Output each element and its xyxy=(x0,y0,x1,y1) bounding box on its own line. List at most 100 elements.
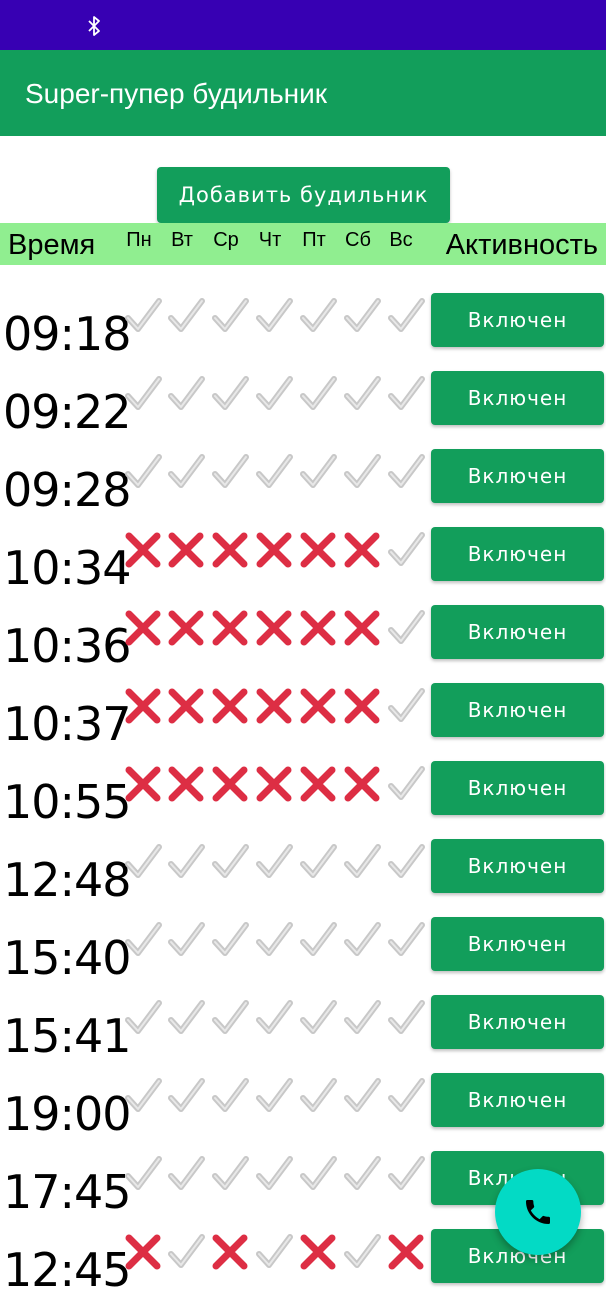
check-icon-wed[interactable] xyxy=(210,920,250,960)
check-icon-fri[interactable] xyxy=(298,296,338,336)
check-icon-fri[interactable] xyxy=(298,998,338,1038)
check-icon-sat[interactable] xyxy=(342,296,382,336)
alarm-toggle-button[interactable]: Включен xyxy=(431,917,604,971)
check-icon-thu[interactable] xyxy=(254,296,294,336)
check-icon-mon[interactable] xyxy=(123,1076,163,1116)
check-icon-mon[interactable] xyxy=(123,296,163,336)
cross-icon-sat[interactable] xyxy=(342,764,382,804)
alarm-time[interactable]: 10:37 xyxy=(3,697,132,751)
alarm-time[interactable]: 15:41 xyxy=(3,1009,132,1063)
check-icon-sat[interactable] xyxy=(342,374,382,414)
alarm-time[interactable]: 09:22 xyxy=(3,385,132,439)
cross-icon-sat[interactable] xyxy=(342,686,382,726)
check-icon-mon[interactable] xyxy=(123,920,163,960)
check-icon-fri[interactable] xyxy=(298,452,338,492)
check-icon-sat[interactable] xyxy=(342,920,382,960)
check-icon-mon[interactable] xyxy=(123,1154,163,1194)
cross-icon-mon[interactable] xyxy=(123,530,163,570)
alarm-toggle-button[interactable]: Включен xyxy=(431,605,604,659)
alarm-toggle-button[interactable]: Включен xyxy=(431,449,604,503)
alarm-time[interactable]: 19:00 xyxy=(3,1087,132,1141)
cross-icon-wed[interactable] xyxy=(210,530,250,570)
call-fab-button[interactable] xyxy=(495,1169,581,1255)
check-icon-thu[interactable] xyxy=(254,1076,294,1116)
cross-icon-mon[interactable] xyxy=(123,686,163,726)
check-icon-thu[interactable] xyxy=(254,1154,294,1194)
check-icon-sat[interactable] xyxy=(342,1154,382,1194)
cross-icon-mon[interactable] xyxy=(123,764,163,804)
alarm-toggle-button[interactable]: Включен xyxy=(431,995,604,1049)
check-icon-wed[interactable] xyxy=(210,296,250,336)
cross-icon-thu[interactable] xyxy=(254,764,294,804)
alarm-time[interactable]: 10:34 xyxy=(3,541,132,595)
cross-icon-sat[interactable] xyxy=(342,530,382,570)
check-icon-tue[interactable] xyxy=(166,1232,206,1272)
cross-icon-fri[interactable] xyxy=(298,764,338,804)
alarm-time[interactable]: 12:48 xyxy=(3,853,132,907)
check-icon-sun[interactable] xyxy=(386,1076,426,1116)
check-icon-tue[interactable] xyxy=(166,452,206,492)
alarm-toggle-button[interactable]: Включен xyxy=(431,527,604,581)
check-icon-fri[interactable] xyxy=(298,1154,338,1194)
cross-icon-wed[interactable] xyxy=(210,686,250,726)
check-icon-sun[interactable] xyxy=(386,608,426,648)
check-icon-tue[interactable] xyxy=(166,1154,206,1194)
check-icon-thu[interactable] xyxy=(254,452,294,492)
cross-icon-wed[interactable] xyxy=(210,608,250,648)
check-icon-tue[interactable] xyxy=(166,1076,206,1116)
check-icon-mon[interactable] xyxy=(123,998,163,1038)
check-icon-wed[interactable] xyxy=(210,1154,250,1194)
cross-icon-tue[interactable] xyxy=(166,608,206,648)
add-alarm-button[interactable]: Добавить будильник xyxy=(157,167,450,223)
check-icon-thu[interactable] xyxy=(254,998,294,1038)
check-icon-sun[interactable] xyxy=(386,920,426,960)
cross-icon-thu[interactable] xyxy=(254,686,294,726)
alarm-time[interactable]: 17:45 xyxy=(3,1165,132,1219)
cross-icon-fri[interactable] xyxy=(298,608,338,648)
check-icon-tue[interactable] xyxy=(166,296,206,336)
alarm-toggle-button[interactable]: Включен xyxy=(431,1073,604,1127)
check-icon-sun[interactable] xyxy=(386,530,426,570)
check-icon-mon[interactable] xyxy=(123,452,163,492)
check-icon-sat[interactable] xyxy=(342,452,382,492)
cross-icon-mon[interactable] xyxy=(123,1232,163,1272)
check-icon-wed[interactable] xyxy=(210,374,250,414)
check-icon-thu[interactable] xyxy=(254,842,294,882)
cross-icon-fri[interactable] xyxy=(298,686,338,726)
check-icon-sat[interactable] xyxy=(342,1232,382,1272)
cross-icon-fri[interactable] xyxy=(298,530,338,570)
check-icon-fri[interactable] xyxy=(298,920,338,960)
alarm-time[interactable]: 12:45 xyxy=(3,1243,132,1297)
check-icon-wed[interactable] xyxy=(210,842,250,882)
alarm-time[interactable]: 10:55 xyxy=(3,775,132,829)
check-icon-tue[interactable] xyxy=(166,920,206,960)
alarm-toggle-button[interactable]: Включен xyxy=(431,293,604,347)
check-icon-sat[interactable] xyxy=(342,842,382,882)
check-icon-sun[interactable] xyxy=(386,1154,426,1194)
alarm-toggle-button[interactable]: Включен xyxy=(431,839,604,893)
check-icon-sun[interactable] xyxy=(386,842,426,882)
cross-icon-tue[interactable] xyxy=(166,530,206,570)
check-icon-sun[interactable] xyxy=(386,452,426,492)
check-icon-mon[interactable] xyxy=(123,374,163,414)
check-icon-sat[interactable] xyxy=(342,998,382,1038)
check-icon-sun[interactable] xyxy=(386,686,426,726)
check-icon-wed[interactable] xyxy=(210,1076,250,1116)
alarm-time[interactable]: 15:40 xyxy=(3,931,132,985)
alarm-toggle-button[interactable]: Включен xyxy=(431,761,604,815)
check-icon-sat[interactable] xyxy=(342,1076,382,1116)
check-icon-tue[interactable] xyxy=(166,842,206,882)
check-icon-mon[interactable] xyxy=(123,842,163,882)
cross-icon-sun[interactable] xyxy=(386,1232,426,1272)
cross-icon-thu[interactable] xyxy=(254,530,294,570)
check-icon-tue[interactable] xyxy=(166,374,206,414)
cross-icon-tue[interactable] xyxy=(166,686,206,726)
check-icon-thu[interactable] xyxy=(254,920,294,960)
check-icon-fri[interactable] xyxy=(298,842,338,882)
check-icon-sun[interactable] xyxy=(386,764,426,804)
check-icon-tue[interactable] xyxy=(166,998,206,1038)
check-icon-fri[interactable] xyxy=(298,1076,338,1116)
check-icon-sun[interactable] xyxy=(386,998,426,1038)
alarm-toggle-button[interactable]: Включен xyxy=(431,371,604,425)
alarm-toggle-button[interactable]: Включен xyxy=(431,683,604,737)
